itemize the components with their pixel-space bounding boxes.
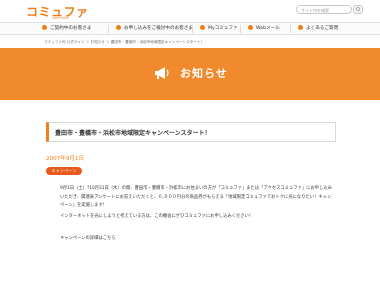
- page-title: お知らせ: [180, 67, 228, 80]
- nav-bullet-icon: [116, 25, 121, 30]
- article-paragraph: インターネットを光にしようと考えている方は、この機会にぜひコミュファにお申し込み…: [60, 214, 254, 219]
- page-banner: お知らせ: [0, 48, 380, 100]
- search-button[interactable]: Q: [353, 5, 363, 14]
- nav-item-current-customers[interactable]: ご契約中のお客さま: [42, 23, 91, 34]
- category-badge: キャンペーン: [46, 167, 82, 175]
- nav-divider: [108, 25, 109, 33]
- search-input[interactable]: サイト内を検索: [296, 5, 352, 14]
- nav-divider: [192, 25, 193, 33]
- search-icon: Q: [356, 7, 360, 13]
- header: コミュファ commufa サイト内を検索 Q: [0, 0, 380, 22]
- breadcrumb: コミュファ光 公式サイト ＞ お知らせ ＞ 豊田市・豊橋市・浜松市地域限定キャン…: [44, 40, 204, 44]
- nav-divider: [290, 25, 291, 33]
- nav-bullet-icon: [200, 25, 205, 30]
- nav-divider: [240, 25, 241, 33]
- nav-bullet-icon: [42, 25, 47, 30]
- nav-item-webmail[interactable]: Webメール: [248, 23, 280, 34]
- campaign-details-link[interactable]: キャンペーンの詳細はこちら: [60, 235, 332, 244]
- article-date: 2007年9月1日: [46, 156, 85, 162]
- global-nav: ご契約中のお客さま お申し込みをご検討中のお客さま Myコミュファ Webメール…: [0, 22, 380, 35]
- megaphone-icon: [155, 67, 169, 79]
- nav-bullet-icon: [298, 25, 303, 30]
- article-title-box: 豊田市・豊橋市・浜松市地域限定キャンペーンスタート！: [46, 122, 336, 142]
- logo-subtitle: commufa: [52, 16, 69, 20]
- nav-item-faq[interactable]: よくあるご質問: [298, 23, 338, 34]
- nav-item-prospective-customers[interactable]: お申し込みをご検討中のお客さま: [116, 23, 193, 34]
- nav-item-my-commufa[interactable]: Myコミュファ: [200, 23, 238, 34]
- nav-bullet-icon: [248, 25, 253, 30]
- article-title: 豊田市・豊橋市・浜松市地域限定キャンペーンスタート！: [55, 130, 211, 137]
- article-paragraph: 9月1日（土）?10月31日（水）の間、豊田市・豊橋市・浜松市にお住まいの方が「…: [60, 186, 332, 208]
